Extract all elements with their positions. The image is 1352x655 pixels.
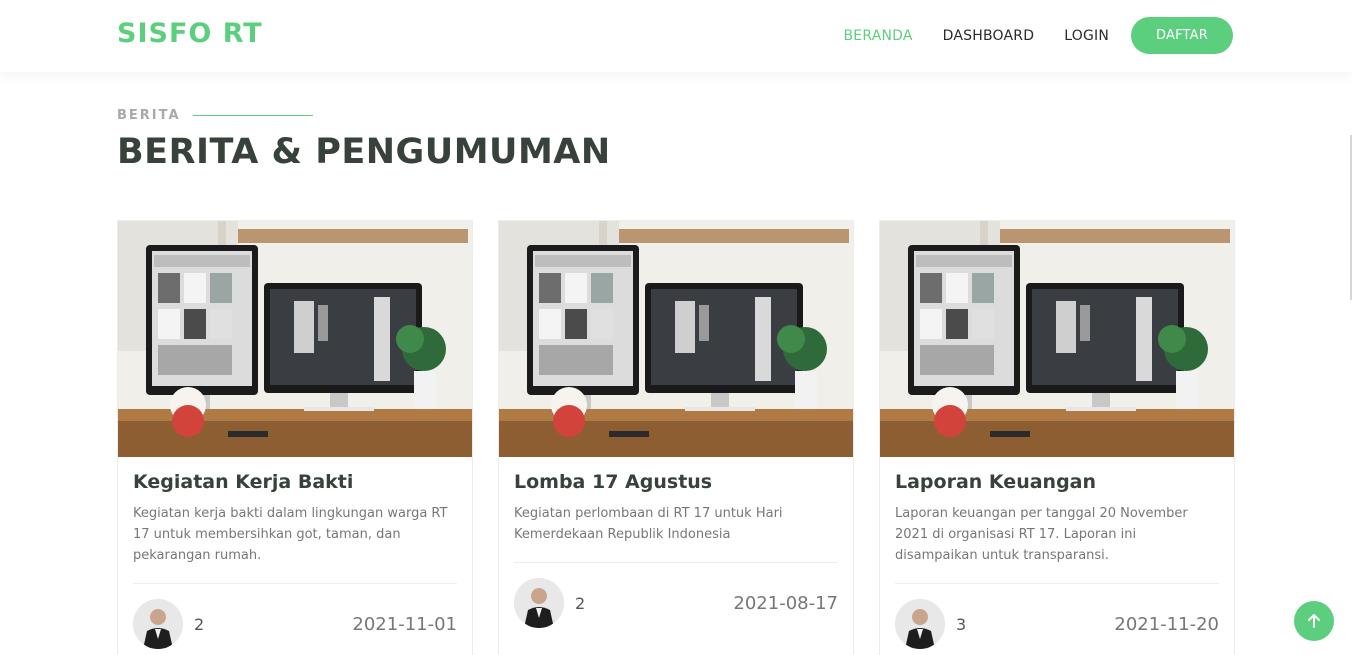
arrow-up-icon xyxy=(1308,614,1320,628)
news-card[interactable]: Kegiatan Kerja Bakti Kegiatan kerja bakt… xyxy=(117,220,473,655)
section-eyebrow-label: BERITA xyxy=(117,108,181,123)
news-card-list: Kegiatan Kerja Bakti Kegiatan kerja bakt… xyxy=(117,220,1235,655)
comment-count: 3 xyxy=(956,614,967,634)
site-header: SISFO RT BERANDA DASHBOARD LOGIN DAFTAR xyxy=(0,0,1352,72)
post-date: 2021-11-01 xyxy=(352,613,457,635)
news-card-meta: 2 2021-08-17 xyxy=(514,578,838,628)
author-avatar xyxy=(133,599,183,649)
card-divider xyxy=(895,583,1219,584)
news-card-body: Laporan Keuangan Laporan keuangan per ta… xyxy=(880,457,1234,566)
card-divider xyxy=(133,583,457,584)
news-card-body: Kegiatan Kerja Bakti Kegiatan kerja bakt… xyxy=(118,457,472,566)
main-nav: BERANDA DASHBOARD LOGIN DAFTAR xyxy=(814,17,1233,54)
news-card-excerpt: Kegiatan kerja bakti dalam lingkungan wa… xyxy=(133,506,448,563)
news-card-title[interactable]: Kegiatan Kerja Bakti xyxy=(133,471,457,493)
site-logo[interactable]: SISFO RT xyxy=(117,18,263,49)
news-card-excerpt: Laporan keuangan per tanggal 20 November… xyxy=(895,506,1188,563)
eyebrow-divider xyxy=(192,115,313,116)
card-divider xyxy=(514,562,838,563)
news-card-meta: 2 2021-11-01 xyxy=(133,599,457,649)
news-card-title[interactable]: Laporan Keuangan xyxy=(895,471,1219,493)
nav-login-link[interactable]: LOGIN xyxy=(1064,28,1109,44)
news-card[interactable]: Laporan Keuangan Laporan keuangan per ta… xyxy=(879,220,1235,655)
post-date: 2021-11-20 xyxy=(1114,613,1219,635)
author-avatar xyxy=(514,578,564,628)
news-card-image[interactable] xyxy=(499,221,853,457)
news-card-body: Lomba 17 Agustus Kegiatan perlombaan di … xyxy=(499,457,853,545)
news-card-meta: 3 2021-11-20 xyxy=(895,599,1219,649)
comment-count: 2 xyxy=(575,593,586,613)
news-card-image[interactable] xyxy=(880,221,1234,457)
back-to-top-button[interactable] xyxy=(1294,601,1334,641)
post-date: 2021-08-17 xyxy=(733,592,838,614)
register-button[interactable]: DAFTAR xyxy=(1131,17,1233,54)
author-avatar xyxy=(895,599,945,649)
comment-count: 2 xyxy=(194,614,205,634)
news-card[interactable]: Lomba 17 Agustus Kegiatan perlombaan di … xyxy=(498,220,854,655)
section-title: BERITA & PENGUMUMAN xyxy=(117,132,611,172)
section-eyebrow: BERITA xyxy=(117,108,313,123)
news-card-excerpt: Kegiatan perlombaan di RT 17 untuk Hari … xyxy=(514,506,783,542)
nav-home-link[interactable]: BERANDA xyxy=(844,28,913,44)
news-card-title[interactable]: Lomba 17 Agustus xyxy=(514,471,838,493)
nav-dashboard-link[interactable]: DASHBOARD xyxy=(943,28,1035,44)
news-card-image[interactable] xyxy=(118,221,472,457)
